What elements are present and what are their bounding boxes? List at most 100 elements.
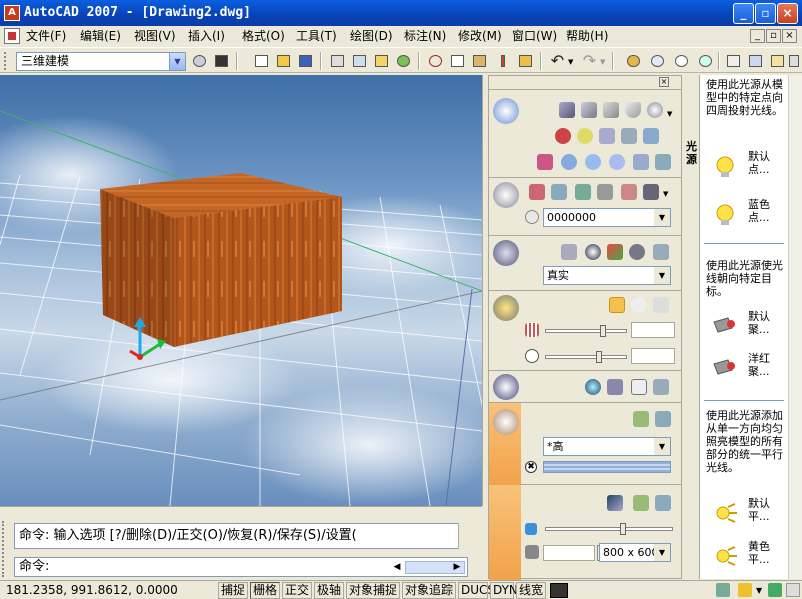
contrast-slider[interactable] — [545, 351, 627, 363]
presspull-icon[interactable] — [643, 128, 659, 144]
chevron-down-icon[interactable]: ▼ — [756, 586, 762, 595]
autocad-app-icon[interactable]: A — [4, 5, 20, 21]
drawing-viewport[interactable] — [0, 75, 482, 506]
menu-edit[interactable]: 编辑(E) — [80, 28, 121, 44]
close-icon[interactable]: × — [659, 77, 669, 87]
block-editor-icon[interactable] — [516, 52, 535, 70]
render-quality-select[interactable]: *高 ▼ — [543, 437, 671, 456]
plot-icon[interactable] — [328, 52, 347, 70]
palette-item-default-distant[interactable]: 默认平... — [712, 497, 782, 537]
visual-style-settings-icon[interactable] — [653, 244, 669, 260]
scroll-left-icon[interactable]: ◀ — [391, 561, 403, 574]
brightness-value[interactable] — [631, 322, 675, 338]
conceptual-style-icon[interactable] — [607, 244, 623, 260]
visual-style-manager-icon[interactable] — [629, 244, 645, 260]
new-icon[interactable] — [252, 52, 271, 70]
close-button[interactable]: × — [777, 3, 798, 24]
pan-3d-icon[interactable] — [575, 184, 591, 200]
open-icon[interactable] — [274, 52, 293, 70]
clean-screen-icon[interactable] — [786, 583, 800, 597]
palette-item-yellow-distant[interactable]: 黄色平... — [712, 540, 782, 580]
material-map-icon[interactable] — [607, 379, 623, 395]
walk-icon[interactable] — [621, 184, 637, 200]
imprint-icon[interactable] — [655, 154, 671, 170]
named-view-select[interactable]: 0000000 ▼ — [543, 208, 671, 227]
box-icon[interactable] — [581, 102, 597, 118]
pan-icon[interactable] — [624, 52, 643, 70]
menu-tools[interactable]: 工具(T) — [296, 28, 337, 44]
output-slider[interactable] — [545, 523, 673, 535]
material-sphere-icon[interactable] — [585, 379, 601, 395]
animation-icon[interactable] — [643, 184, 659, 200]
toolbar-grip[interactable] — [4, 52, 10, 70]
chevron-down-icon[interactable]: ▼ — [600, 58, 605, 66]
publish-icon[interactable] — [372, 52, 391, 70]
lineweight-toggle[interactable]: 线宽 — [516, 582, 546, 599]
restore-button[interactable]: ▫ — [755, 3, 776, 24]
palette-item-default-point[interactable]: 默认点... — [712, 150, 782, 190]
snap-toggle[interactable]: 捕捉 — [218, 582, 248, 599]
select-cursor-icon[interactable] — [631, 379, 647, 395]
zoom-realtime-icon[interactable] — [648, 52, 667, 70]
light-control-icon[interactable] — [493, 295, 519, 321]
doc-close-button[interactable]: × — [782, 29, 797, 43]
wedge-icon[interactable] — [603, 102, 619, 118]
menu-view[interactable]: 视图(V) — [134, 28, 176, 44]
output-file-field[interactable] — [543, 545, 595, 561]
communication-icon[interactable] — [716, 583, 730, 597]
visual-styles-icon[interactable] — [493, 240, 519, 266]
menu-file[interactable]: 文件(F) — [26, 28, 66, 44]
zoom-icon[interactable] — [551, 184, 567, 200]
visual-style-select[interactable]: 真实 ▼ — [543, 266, 671, 285]
wireframe-style-icon[interactable] — [561, 244, 577, 260]
coordinate-readout[interactable]: 181.2358, 991.8612, 0.0000 — [6, 583, 178, 597]
menu-help[interactable]: 帮助(H) — [566, 28, 608, 44]
minimize-button[interactable]: _ — [733, 3, 754, 24]
render-region-icon[interactable] — [633, 411, 649, 427]
document-icon[interactable] — [4, 28, 20, 44]
scroll-right-icon[interactable]: ▶ — [451, 561, 463, 574]
palette-item-blue-point[interactable]: 蓝色点... — [712, 198, 782, 238]
model-icon[interactable] — [550, 583, 568, 598]
otrack-toggle[interactable]: 对象追踪 — [402, 582, 456, 599]
palette-tab-label[interactable]: 光源 — [686, 140, 698, 166]
palette-scrollbar[interactable] — [788, 75, 802, 579]
tray-settings-icon[interactable] — [768, 583, 782, 597]
menu-dimension[interactable]: 标注(N) — [404, 28, 446, 44]
camera-icon[interactable] — [597, 184, 613, 200]
3d-make-icon[interactable] — [493, 98, 519, 124]
ortho-toggle[interactable]: 正交 — [282, 582, 312, 599]
render-window-icon[interactable] — [655, 411, 671, 427]
realistic-style-icon[interactable] — [585, 244, 601, 260]
zoom-window-icon[interactable] — [672, 52, 691, 70]
menu-modify[interactable]: 修改(M) — [458, 28, 502, 44]
command-window-grip[interactable] — [2, 521, 10, 577]
copy-icon[interactable] — [448, 52, 467, 70]
orbit-icon[interactable] — [529, 184, 545, 200]
slider-thumb[interactable] — [600, 325, 606, 337]
brightness-slider[interactable] — [545, 325, 627, 337]
slider-thumb[interactable] — [620, 523, 626, 535]
doc-restore-button[interactable]: ▫ — [766, 29, 781, 43]
design-center-icon[interactable] — [746, 52, 765, 70]
thicken-icon[interactable] — [633, 154, 649, 170]
union-icon[interactable] — [561, 154, 577, 170]
workspace-settings-icon[interactable] — [190, 52, 209, 70]
create-light-icon[interactable] — [653, 297, 669, 313]
ducs-toggle[interactable]: DUCS — [458, 582, 495, 599]
sphere-icon[interactable] — [647, 102, 663, 118]
menu-format[interactable]: 格式(O) — [242, 28, 285, 44]
materials-window-icon[interactable] — [653, 379, 669, 395]
loft-icon[interactable] — [621, 128, 637, 144]
3d-navigate-icon[interactable] — [493, 182, 519, 208]
revolve-icon[interactable] — [577, 128, 593, 144]
slider-thumb[interactable] — [596, 351, 602, 363]
slice-icon[interactable] — [537, 154, 553, 170]
chevron-down-icon[interactable]: ▼ — [663, 190, 668, 198]
menu-window[interactable]: 窗口(W) — [512, 28, 557, 44]
extrude-icon[interactable] — [555, 128, 571, 144]
chevron-down-icon[interactable]: ▼ — [568, 58, 573, 66]
materials-icon[interactable] — [493, 374, 519, 400]
match-properties-icon[interactable] — [494, 52, 513, 70]
command-history-scrollbar[interactable] — [458, 523, 468, 549]
